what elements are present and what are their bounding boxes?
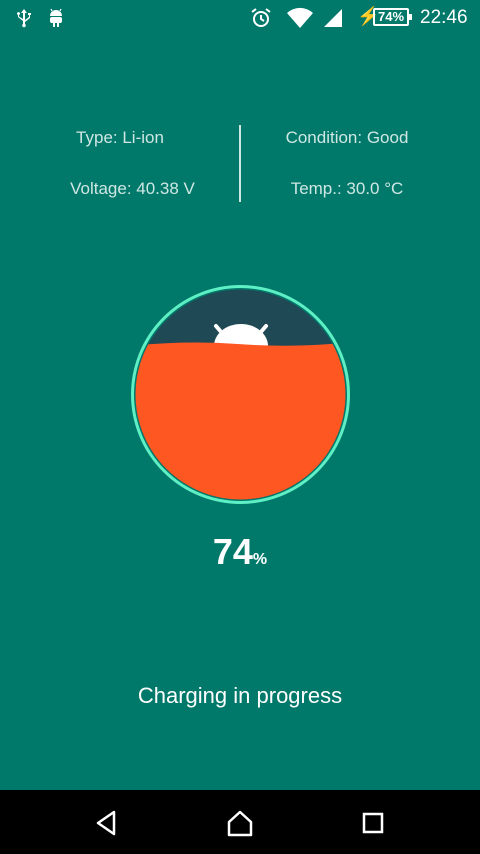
battery-voltage: Voltage: 40.38 V	[70, 179, 195, 198]
clock: 22:46	[420, 7, 468, 28]
wifi-icon	[287, 7, 313, 28]
battery-type: Type: Li-ion	[76, 128, 164, 147]
recents-icon[interactable]	[358, 808, 388, 838]
alarm-icon	[251, 8, 271, 27]
home-icon[interactable]	[225, 808, 255, 838]
charging-status: Charging in progress	[137, 683, 343, 708]
battery-level-gauge	[131, 285, 350, 504]
gauge-liquid-fill	[135, 342, 346, 500]
navigation-bar	[0, 790, 480, 854]
battery-condition: Condition: Good	[285, 128, 409, 147]
battery-temperature: Temp.: 30.0 °C	[290, 179, 404, 198]
status-bar: ⚡ 74% 22:46	[0, 0, 480, 36]
android-icon	[50, 8, 62, 27]
back-icon[interactable]	[92, 808, 122, 838]
battery-indicator: 74%	[373, 8, 412, 26]
battery-percent-value: 74	[212, 531, 253, 572]
usb-icon	[17, 9, 31, 28]
battery-percent: 74%	[0, 530, 480, 582]
signal-icon	[324, 9, 342, 27]
battery-percent-unit: %	[252, 551, 268, 568]
